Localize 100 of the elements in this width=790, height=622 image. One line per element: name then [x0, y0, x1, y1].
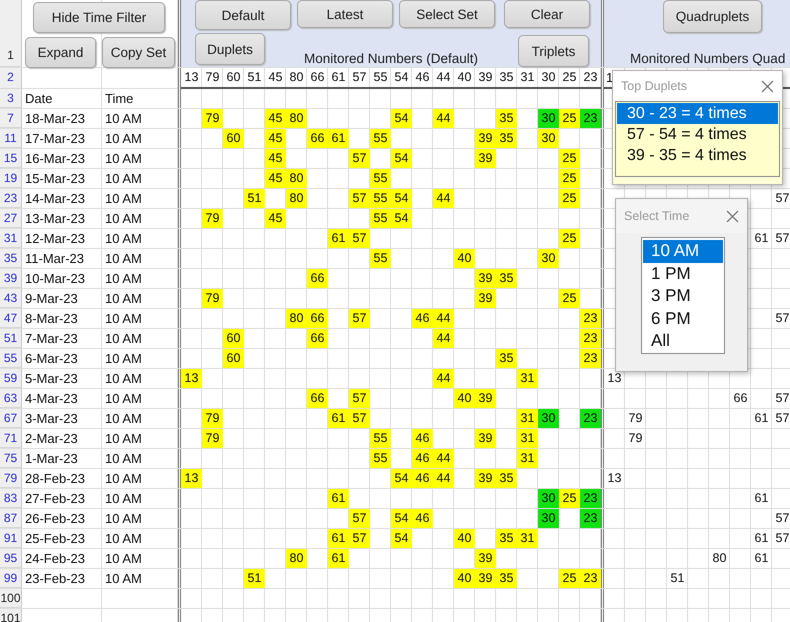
- table-cell-text: 2-Mar-23: [24, 430, 79, 448]
- sheet-button[interactable]: Clear: [504, 0, 590, 28]
- table-cell: 39: [475, 469, 496, 488]
- table-cell: 44: [433, 309, 454, 328]
- table-cell: 66: [307, 329, 328, 348]
- table-cell-text: 12-Mar-23: [24, 230, 86, 248]
- table-cell-text: 28-Feb-23: [24, 470, 86, 488]
- table-cell: 35: [496, 569, 517, 588]
- table-cell: 39: [475, 129, 496, 148]
- sheet-button[interactable]: Copy Set: [102, 37, 175, 68]
- table-cell: 30: [538, 409, 559, 428]
- table-cell-text: 80: [712, 550, 728, 567]
- table-cell: 35: [496, 349, 517, 368]
- sheet-button[interactable]: Latest: [297, 0, 393, 28]
- table-cell: 35: [496, 269, 517, 288]
- list-item[interactable]: 3 PM: [643, 285, 723, 308]
- table-cell: 39: [475, 289, 496, 308]
- table-cell-text: 10 AM: [104, 250, 143, 268]
- table-cell-text: 23-Feb-23: [24, 570, 86, 588]
- table-cell-text: 10 AM: [104, 470, 143, 488]
- row-number: 1: [0, 0, 22, 67]
- column-header: 23: [582, 69, 598, 86]
- table-cell-text: 10 AM: [104, 390, 143, 408]
- table-cell: 61: [328, 129, 349, 148]
- table-cell-text: 10 AM: [104, 210, 143, 228]
- list-item[interactable]: 10 AM: [643, 240, 723, 262]
- table-cell: 45: [265, 109, 286, 128]
- row-number: 7: [0, 109, 22, 128]
- table-cell: 79: [202, 209, 223, 228]
- column-header: 46: [414, 69, 430, 86]
- table-cell: 55: [370, 169, 391, 188]
- table-cell: 46: [412, 469, 433, 488]
- sheet-button[interactable]: Expand: [25, 37, 96, 68]
- table-cell-text: 10 AM: [104, 430, 143, 448]
- table-cell-text: 13: [606, 370, 622, 387]
- list-item[interactable]: 6 PM: [643, 308, 723, 330]
- table-cell: 23: [580, 109, 601, 128]
- row-number: 2: [0, 68, 22, 89]
- list-item[interactable]: 1 PM: [643, 262, 723, 285]
- sheet-button[interactable]: Quadruplets: [663, 0, 762, 33]
- close-icon[interactable]: [761, 80, 774, 92]
- table-cell-text: 16-Mar-23: [24, 150, 86, 168]
- row-number: 51: [0, 329, 22, 348]
- table-cell: 80: [286, 169, 307, 188]
- table-cell: 55: [370, 449, 391, 468]
- table-cell-text: 15-Mar-23: [24, 170, 86, 188]
- list-item[interactable]: 39 - 35 = 4 times: [617, 145, 778, 166]
- column-header: 45: [268, 69, 284, 86]
- table-cell-text: 57: [774, 190, 790, 207]
- table-cell: 31: [517, 409, 538, 428]
- list-item[interactable]: All: [643, 330, 723, 352]
- table-cell: 57: [349, 149, 370, 168]
- list-item[interactable]: 57 - 54 = 4 times: [617, 124, 778, 145]
- row-number: 91: [0, 529, 22, 548]
- table-cell: 23: [580, 349, 601, 368]
- sheet-button[interactable]: Default: [195, 0, 291, 30]
- table-cell: 23: [580, 309, 601, 328]
- table-cell-text: 10 AM: [104, 510, 143, 528]
- table-cell: 57: [349, 229, 370, 248]
- column-header: 54: [394, 69, 410, 86]
- row-number: 39: [0, 269, 22, 288]
- row-number: 35: [0, 249, 22, 268]
- table-cell: 35: [496, 109, 517, 128]
- table-cell: 46: [412, 429, 433, 448]
- section-title: Monitored Numbers (Default): [304, 51, 478, 66]
- table-cell: 30: [538, 489, 559, 508]
- table-cell: 54: [391, 529, 412, 548]
- column-header: 31: [520, 69, 536, 86]
- table-cell: 30: [538, 509, 559, 528]
- table-cell-text: 61: [754, 230, 770, 247]
- list-item[interactable]: 30 - 23 = 4 times: [617, 103, 778, 124]
- table-cell-text: 27-Feb-23: [24, 490, 86, 508]
- table-cell-text: 10 AM: [104, 410, 143, 428]
- table-cell: 35: [496, 129, 517, 148]
- table-cell-text: 66: [732, 390, 748, 407]
- column-header: 80: [288, 69, 304, 86]
- table-cell: 25: [559, 569, 580, 588]
- table-cell: 79: [202, 429, 223, 448]
- table-cell: 44: [433, 369, 454, 388]
- table-cell-text: 10 AM: [104, 110, 143, 128]
- sheet-button[interactable]: Duplets: [195, 33, 265, 65]
- sheet-button[interactable]: Hide Time Filter: [33, 2, 165, 33]
- column-header: 51: [246, 69, 262, 86]
- close-icon[interactable]: [726, 210, 739, 222]
- table-cell: 39: [475, 429, 496, 448]
- column-header: 39: [478, 69, 494, 86]
- table-cell-text: 3-Mar-23: [24, 410, 79, 428]
- row-number: 27: [0, 209, 22, 228]
- table-cell: 54: [391, 209, 412, 228]
- table-cell-text: 79: [628, 430, 644, 447]
- table-cell: 55: [370, 249, 391, 268]
- sheet-button[interactable]: Triplets: [518, 35, 589, 67]
- table-cell-text: 10 AM: [104, 190, 143, 208]
- row-number: 99: [0, 569, 22, 588]
- table-cell: 40: [454, 389, 475, 408]
- sheet-button[interactable]: Select Set: [399, 0, 495, 28]
- table-cell: 61: [328, 489, 349, 508]
- table-cell: 66: [307, 269, 328, 288]
- column-header: 57: [352, 69, 368, 86]
- column-header: 60: [226, 69, 242, 86]
